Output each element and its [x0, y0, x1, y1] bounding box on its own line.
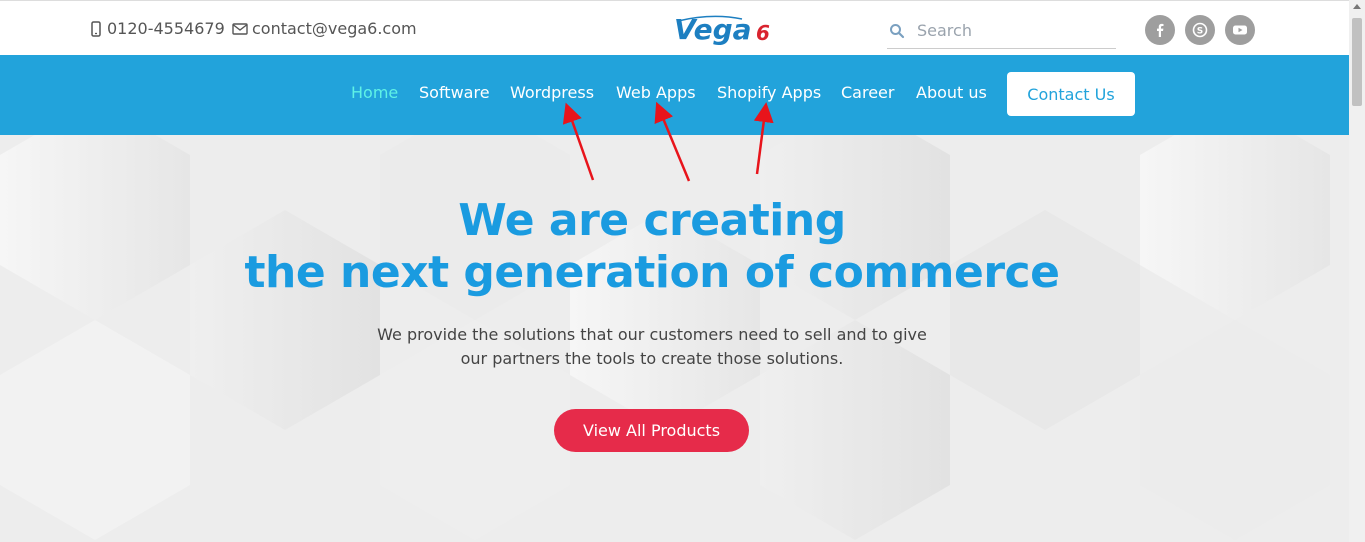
logo-text-accent: 6 — [756, 21, 770, 45]
scroll-up-arrow-icon[interactable] — [1353, 4, 1361, 9]
email-address: contact@vega6.com — [252, 19, 417, 38]
facebook-button[interactable] — [1145, 15, 1175, 45]
nav-item-career[interactable]: Career — [841, 83, 894, 102]
hero-section: We are creating the next generation of c… — [0, 135, 1349, 542]
svg-text:S: S — [1197, 27, 1203, 37]
hero-subtext-line1: We provide the solutions that our custom… — [377, 325, 927, 344]
youtube-icon — [1233, 25, 1247, 35]
page: 0120-4554679 contact@vega6.com Vega 6 Se… — [0, 0, 1349, 542]
youtube-button[interactable] — [1225, 15, 1255, 45]
nav-item-web-apps[interactable]: Web Apps — [616, 83, 696, 102]
mobile-phone-icon — [91, 20, 101, 37]
contact-us-button[interactable]: Contact Us — [1007, 72, 1135, 116]
hero-headline-line2: the next generation of commerce — [244, 247, 1060, 298]
vega6-logo[interactable]: Vega 6 — [672, 11, 780, 47]
search-box[interactable] — [887, 13, 1116, 49]
skype-icon: S — [1192, 22, 1208, 38]
scrollbar-thumb[interactable] — [1352, 18, 1362, 106]
nav-item-home[interactable]: Home — [351, 83, 398, 102]
view-all-products-button[interactable]: View All Products — [554, 409, 749, 452]
top-bar: 0120-4554679 contact@vega6.com Vega 6 Se… — [0, 0, 1349, 55]
nav-item-software[interactable]: Software — [419, 83, 490, 102]
envelope-icon — [232, 22, 248, 35]
phone-contact[interactable]: 0120-4554679 — [89, 19, 225, 38]
main-nav: Home Software Wordpress Web Apps Shopify… — [0, 55, 1349, 135]
vertical-scrollbar[interactable] — [1349, 0, 1365, 542]
hero-subtext-line2: our partners the tools to create those s… — [460, 349, 844, 368]
search-input[interactable] — [917, 21, 1107, 40]
hero-headline-line1: We are creating — [458, 195, 846, 246]
search-icon[interactable] — [889, 23, 905, 39]
email-contact[interactable]: contact@vega6.com — [232, 19, 417, 38]
nav-item-shopify-apps[interactable]: Shopify Apps — [717, 83, 821, 102]
phone-number: 0120-4554679 — [107, 19, 225, 38]
skype-button[interactable]: S — [1185, 15, 1215, 45]
nav-item-about-us[interactable]: About us — [916, 83, 987, 102]
facebook-icon — [1157, 23, 1164, 37]
nav-item-wordpress[interactable]: Wordpress — [510, 83, 594, 102]
